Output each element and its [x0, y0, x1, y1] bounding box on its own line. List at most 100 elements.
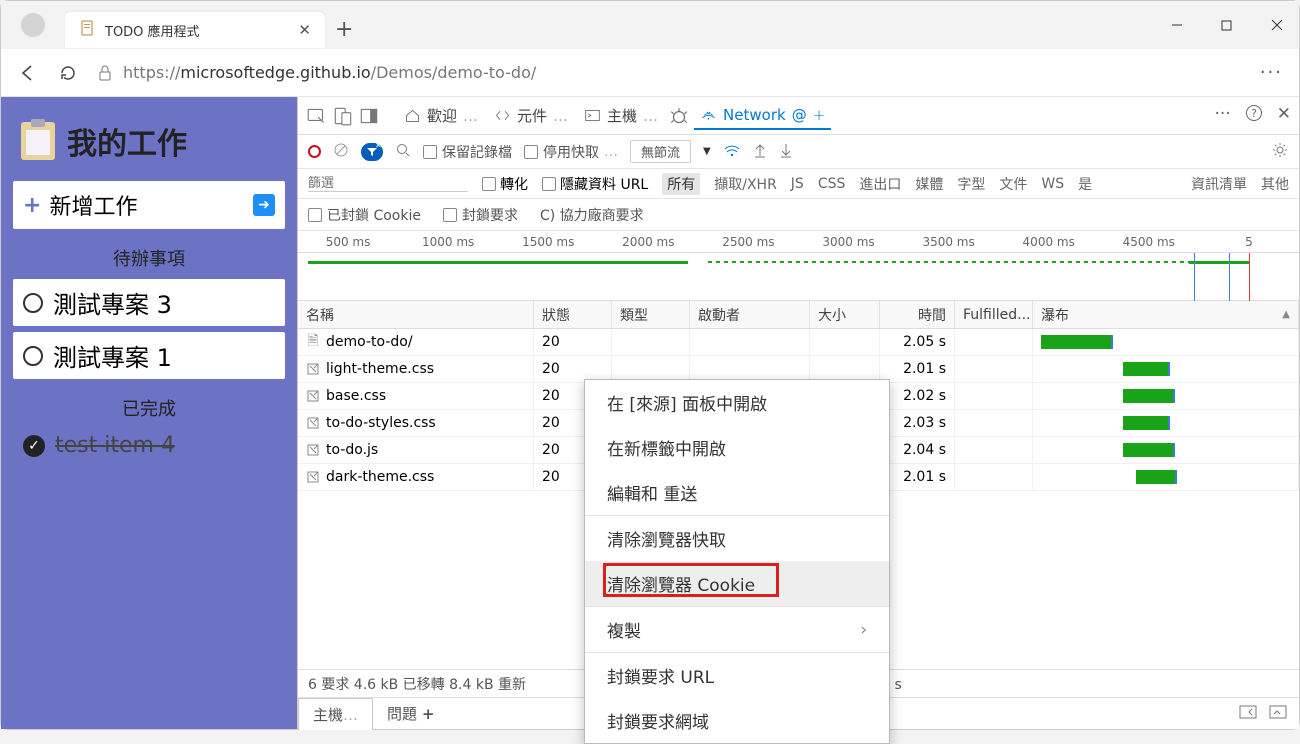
network-toolbar: 保留記錄檔 停用快取… 無節流▼ [298, 135, 1299, 169]
clipboard-icon [21, 122, 55, 160]
col-size[interactable]: 大小 [810, 301, 880, 328]
menu-clear-cache[interactable]: 清除瀏覽器快取 [585, 516, 889, 561]
inspect-icon[interactable] [306, 105, 328, 127]
network-table-header: 名稱 狀態 類型 啟動者 大小 時間 Fulfilled... 瀑布▲ [298, 301, 1299, 329]
filter-toggle-icon[interactable] [361, 143, 383, 161]
window-close-icon[interactable] [1254, 9, 1299, 41]
svg-text:?: ? [1251, 107, 1257, 120]
filter-manifest[interactable]: 資訊清單 [1191, 174, 1247, 194]
third-party-label: C) 協力廠商要求 [540, 205, 644, 225]
checked-icon[interactable]: ✓ [23, 435, 45, 457]
col-initiator[interactable]: 啟動者 [690, 301, 810, 328]
add-task-input[interactable]: + 新增工作 ➜ [13, 181, 285, 229]
filter-media[interactable]: 媒體 [915, 174, 943, 194]
filter-import[interactable]: 進出口 [859, 174, 901, 194]
menu-block-url[interactable]: 封鎖要求 URL [585, 653, 889, 698]
timeline[interactable]: 500 ms1000 ms1500 ms2000 ms2500 ms3000 m… [298, 231, 1299, 301]
menu-open-in-sources[interactable]: 在 [來源] 面板中開啟 [585, 380, 889, 425]
back-button[interactable] [17, 62, 39, 84]
col-waterfall[interactable]: 瀑布▲ [1033, 301, 1299, 328]
done-item[interactable]: ✓test item 4 [13, 429, 285, 462]
settings-menu-icon[interactable]: ··· [1260, 62, 1283, 83]
disable-cache-checkbox[interactable]: 停用快取… [524, 142, 618, 162]
new-tab-button[interactable]: + [335, 17, 353, 42]
todo-item[interactable]: 測試專案 1 [13, 332, 285, 379]
col-type[interactable]: 類型 [612, 301, 690, 328]
filter-all[interactable]: 所有 [662, 173, 700, 195]
drawer-tab-issues[interactable]: 問題 + [373, 698, 448, 729]
invert-checkbox[interactable]: 轉化 [482, 174, 528, 194]
file-icon: 🗎 [306, 335, 320, 349]
table-row[interactable]: 🗎demo-to-do/202.05 s [298, 329, 1299, 356]
clear-icon[interactable] [333, 142, 349, 162]
help-icon[interactable]: ? [1245, 104, 1263, 127]
upload-icon[interactable] [753, 142, 767, 162]
col-fulfilled[interactable]: Fulfilled... [955, 301, 1033, 328]
menu-copy[interactable]: 複製› [585, 607, 889, 652]
tab-network[interactable]: Network @ + [694, 102, 831, 130]
browser-tab[interactable]: TODO 應用程式 ✕ [65, 12, 325, 48]
refresh-button[interactable] [57, 62, 79, 84]
device-toggle-icon[interactable] [332, 105, 354, 127]
filter-doc[interactable]: 文件 [999, 174, 1027, 194]
filter-font[interactable]: 字型 [957, 174, 985, 194]
tab-elements[interactable]: 元件… [488, 101, 574, 130]
menu-clear-cookies[interactable]: 清除瀏覽器 Cookie [585, 561, 889, 606]
profile-avatar[interactable] [21, 13, 45, 37]
filter-css[interactable]: CSS [818, 176, 846, 192]
throttle-select[interactable]: 無節流 [630, 140, 691, 163]
window-maximize-icon[interactable] [1204, 9, 1249, 41]
filter-js[interactable]: JS [791, 176, 804, 192]
filter-fetch[interactable]: 擷取/XHR [714, 174, 777, 194]
todo-app: 我的工作 + 新增工作 ➜ 待辦事項 測試專案 3 測試專案 1 已完成 ✓te… [1, 97, 297, 729]
file-icon [306, 362, 320, 376]
unchecked-icon[interactable] [23, 293, 43, 313]
tab-close-icon[interactable]: ✕ [298, 21, 311, 39]
section-todo: 待辦事項 [7, 245, 291, 271]
file-icon [306, 470, 320, 484]
drawer-dock-icon[interactable] [1269, 705, 1287, 723]
settings-gear-icon[interactable] [1271, 141, 1289, 163]
online-icon[interactable] [723, 143, 741, 161]
menu-open-in-tab[interactable]: 在新標籤中開啟 [585, 425, 889, 470]
filter-input[interactable] [308, 176, 468, 192]
download-icon[interactable] [779, 142, 793, 162]
dock-icon[interactable] [358, 105, 380, 127]
drawer-open-icon[interactable] [1239, 705, 1257, 723]
filter-wasm[interactable]: 是 [1078, 174, 1092, 194]
section-done: 已完成 [7, 395, 291, 421]
bug-icon[interactable] [668, 105, 690, 127]
filter-bar: 轉化 隱藏資料 URL 所有 擷取/XHR JS CSS 進出口 媒體 字型 文… [298, 169, 1299, 199]
plus-icon: + [23, 193, 41, 218]
hide-dataurl-checkbox[interactable]: 隱藏資料 URL [542, 174, 648, 194]
drawer-tab-console[interactable]: 主機… [298, 698, 373, 730]
submit-arrow-icon[interactable]: ➜ [253, 194, 275, 216]
tab-welcome[interactable]: 歡迎… [398, 101, 484, 130]
menu-edit-resend[interactable]: 編輯和 重送 [585, 470, 889, 515]
unchecked-icon[interactable] [23, 346, 43, 366]
menu-block-domain[interactable]: 封鎖要求網域 [585, 698, 889, 743]
more-tools-icon[interactable]: ··· [1215, 104, 1231, 127]
filter-ws[interactable]: WS [1041, 176, 1064, 192]
blocked-req-checkbox[interactable]: 封鎖要求 [443, 205, 518, 225]
lock-icon [97, 64, 113, 82]
todo-item[interactable]: 測試專案 3 [13, 279, 285, 326]
browser-toolbar: https://microsoftedge.github.io/Demos/de… [1, 49, 1299, 97]
col-name[interactable]: 名稱 [298, 301, 534, 328]
titlebar: TODO 應用程式 ✕ + [1, 1, 1299, 49]
app-title: 我的工作 [21, 119, 291, 163]
close-devtools-icon[interactable]: ✕ [1277, 104, 1291, 127]
record-icon[interactable] [308, 145, 321, 158]
search-icon[interactable] [395, 142, 411, 162]
file-icon [306, 389, 320, 403]
filter-other[interactable]: 其他 [1261, 174, 1289, 194]
preserve-log-checkbox[interactable]: 保留記錄檔 [423, 142, 512, 162]
window-minimize-icon[interactable] [1154, 9, 1199, 41]
tab-console[interactable]: 主機… [578, 101, 664, 130]
address-bar[interactable]: https://microsoftedge.github.io/Demos/de… [97, 63, 1242, 82]
blocked-cookie-checkbox[interactable]: 已封鎖 Cookie [308, 205, 421, 225]
devtools-tabbar: 歡迎… 元件… 主機… Network @ + ··· ? ✕ [298, 97, 1299, 135]
file-icon [306, 443, 320, 457]
col-time[interactable]: 時間 [880, 301, 955, 328]
col-status[interactable]: 狀態 [534, 301, 612, 328]
